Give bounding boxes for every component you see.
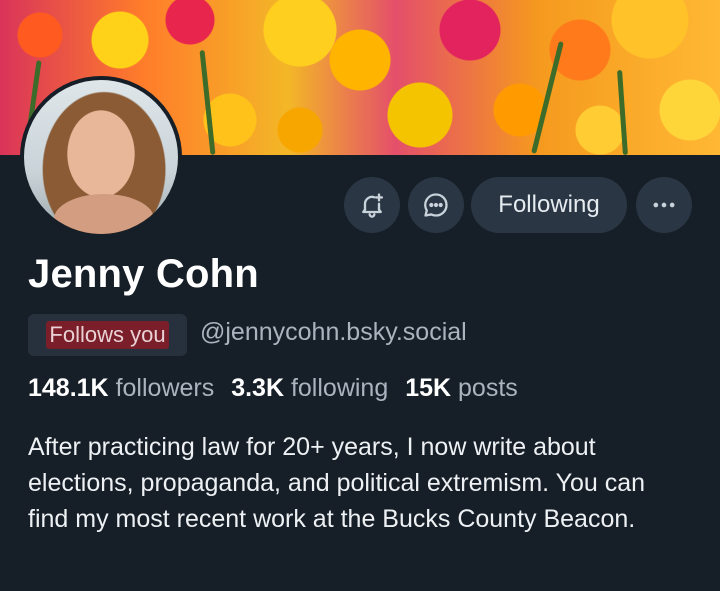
posts-label: posts [458,374,518,402]
follows-you-label: Follows you [46,321,169,349]
chat-bubble-icon [424,193,448,217]
following-button[interactable]: Following [471,177,627,233]
display-name: Jenny Cohn [28,252,259,296]
message-button[interactable] [408,177,464,233]
flower-stem [617,69,628,155]
profile-bio: After practicing law for 20+ years, I no… [28,433,646,533]
following-label: following [290,374,389,402]
following-stat[interactable]: 3.3K following [231,374,388,402]
flower-stem [199,50,216,155]
bell-plus-icon [362,193,384,218]
follows-you-badge: Follows you [28,314,187,356]
ellipsis-icon [653,202,675,208]
followers-stat[interactable]: 148.1K followers [28,374,214,402]
followers-count: 148.1K [28,374,109,402]
followers-label: followers [115,374,215,402]
notify-button[interactable] [344,177,400,233]
posts-count: 15K [405,374,452,402]
avatar[interactable] [20,76,182,238]
posts-stat: 15K posts [405,374,518,402]
flower-stem [531,41,564,154]
following-count: 3.3K [231,374,284,402]
profile-stats: 148.1K followers 3.3K following 15K post… [28,374,528,403]
handle: @jennycohn.bsky.social [200,318,467,346]
avatar-shirt [54,194,154,234]
more-options-button[interactable] [636,177,692,233]
